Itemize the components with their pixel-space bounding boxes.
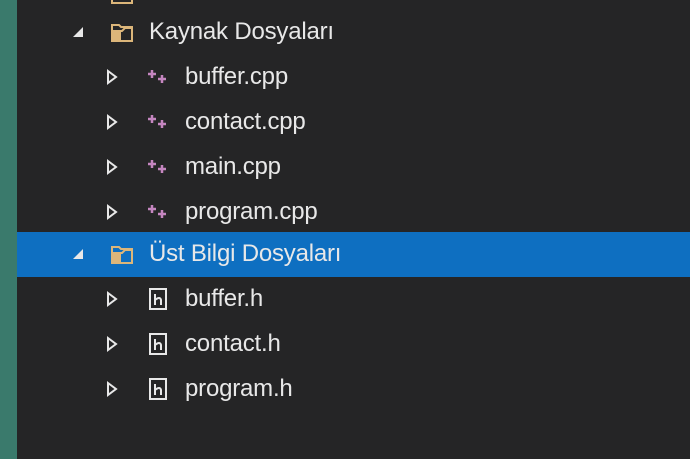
cpp-file-icon — [148, 205, 166, 218]
tree-item-buffer-cpp[interactable]: buffer.cpp — [17, 55, 690, 100]
tree-item-contact-cpp[interactable]: contact.cpp — [17, 100, 690, 145]
tree-item-label: program.h — [185, 375, 293, 402]
triangle-collapsed-icon[interactable] — [103, 380, 121, 398]
triangle-expanded-icon[interactable] — [69, 23, 87, 41]
tree-item-label: Üst Bilgi Dosyaları — [149, 240, 342, 267]
tree-item-buffer-h[interactable]: buffer.h — [17, 277, 690, 322]
tree-item-label: buffer.cpp — [185, 63, 288, 90]
triangle-expanded-icon[interactable] — [69, 245, 87, 263]
cpp-file-icon — [148, 160, 166, 173]
folder-icon — [111, 24, 133, 42]
tree-item-ust-bilgi-dosyalari[interactable]: Üst Bilgi Dosyaları — [17, 232, 690, 277]
triangle-collapsed-icon[interactable] — [103, 335, 121, 353]
tree-item-label: main.cpp — [185, 153, 281, 180]
tree-item-program-h[interactable]: program.h — [17, 367, 690, 412]
header-file-icon — [149, 333, 167, 355]
tree-item-contact-h[interactable]: contact.h — [17, 322, 690, 367]
tree-item-main-cpp[interactable]: main.cpp — [17, 145, 690, 190]
folder-icon — [111, 246, 133, 264]
header-file-icon — [149, 288, 167, 310]
triangle-collapsed-icon[interactable] — [103, 158, 121, 176]
tree-item-label: Kaynak Dosyaları — [149, 18, 334, 45]
triangle-collapsed-icon[interactable] — [103, 68, 121, 86]
folder-icon — [111, 0, 133, 4]
triangle-collapsed-icon[interactable] — [103, 290, 121, 308]
cpp-file-icon — [148, 70, 166, 83]
tree-item-kaynak-dosyalari[interactable]: Kaynak Dosyaları — [17, 10, 690, 55]
tree-item-label: program.cpp — [185, 198, 318, 225]
cpp-file-icon — [148, 115, 166, 128]
header-file-icon — [149, 378, 167, 400]
tree-item-label: contact.cpp — [185, 108, 306, 135]
triangle-collapsed-icon[interactable] — [103, 113, 121, 131]
triangle-collapsed-icon[interactable] — [103, 203, 121, 221]
file-tree: Kaynak Dosyaları buffer.cpp contact.cpp — [17, 0, 690, 459]
tree-item-program-cpp[interactable]: program.cpp — [17, 190, 690, 235]
solution-explorer: Kaynak Dosyaları buffer.cpp contact.cpp — [0, 0, 690, 459]
tree-item-label: buffer.h — [185, 285, 264, 312]
left-edge-strip — [0, 0, 17, 459]
tree-item-label: contact.h — [185, 330, 281, 357]
